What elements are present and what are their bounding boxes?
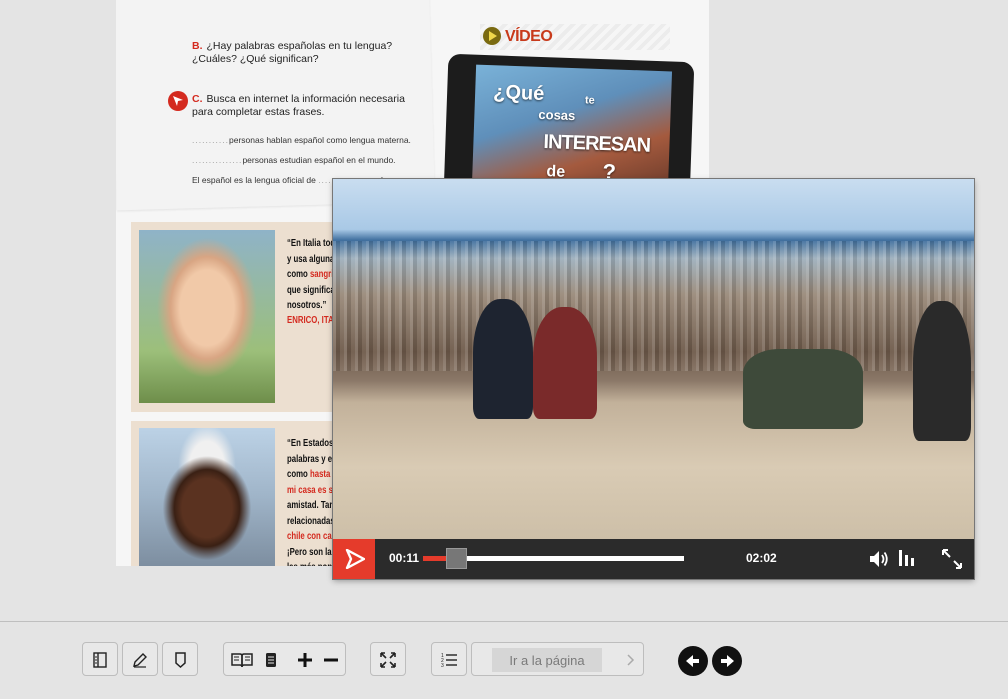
svg-text:3: 3 (441, 663, 444, 669)
cursor-icon (168, 91, 188, 111)
sidebar-button[interactable] (82, 642, 118, 676)
single-page-icon[interactable] (264, 651, 278, 669)
fill-sentence-2: ...............personas estudian español… (192, 155, 396, 165)
person-silhouette (473, 299, 533, 419)
fill-sentence-3-text: El español es la lengua oficial de (192, 175, 316, 185)
sidebar-icon (93, 652, 107, 668)
play-button[interactable] (333, 539, 375, 579)
exercise-b-text: ¿Hay palabras españolas en tu lengua? ¿C… (192, 40, 393, 65)
seek-bar[interactable] (423, 548, 684, 569)
person-silhouette (913, 301, 971, 441)
book-viewer: B. ¿Hay palabras españolas en tu lengua? … (0, 0, 1008, 622)
person-silhouette (743, 349, 863, 429)
previous-page-button[interactable] (678, 646, 708, 676)
fit-screen-button[interactable] (370, 642, 406, 676)
fill-sentence-2-text: personas estudian español en el mundo. (242, 155, 396, 165)
video-frame[interactable] (333, 179, 974, 539)
player-controls: 00:11 02:02 (333, 539, 974, 579)
fill-sentence-1: ...........personas hablan español como … (192, 135, 411, 145)
toc-icon: 123 (441, 653, 457, 669)
exercise-c: C. Busca en internet la información neces… (192, 93, 422, 119)
play-circle-icon (483, 27, 501, 45)
fit-screen-icon (380, 652, 396, 668)
photo-enrico (139, 230, 275, 403)
bookmark-button[interactable] (162, 642, 198, 676)
duration: 02:02 (746, 551, 777, 565)
video-player[interactable]: 00:11 02:02 (333, 179, 974, 579)
exercise-c-text: Busca en internet la información necesar… (192, 93, 405, 118)
quality-bars-icon[interactable] (896, 547, 920, 571)
annotate-button[interactable] (122, 642, 158, 676)
two-page-icon[interactable] (230, 651, 254, 669)
exercise-b: B. ¿Hay palabras españolas en tu lengua? … (192, 40, 422, 66)
pencil-icon (133, 653, 147, 668)
go-to-page-input[interactable] (492, 648, 602, 672)
go-icon[interactable] (626, 653, 636, 667)
zoom-out-icon[interactable] (322, 651, 340, 669)
fullscreen-icon[interactable] (940, 547, 964, 571)
city-skyline (333, 241, 974, 371)
bottom-toolbar: 123 (0, 622, 1008, 699)
play-icon (345, 549, 365, 569)
video-section-tag: VÍDEO (480, 24, 670, 50)
next-icon (721, 655, 734, 667)
exercise-c-letter: C. (192, 93, 203, 105)
table-of-contents-button[interactable]: 123 (431, 642, 467, 676)
volume-icon[interactable] (867, 547, 891, 571)
person-silhouette (533, 307, 597, 419)
quote-1-signature: ENRICO, ITA (287, 315, 334, 326)
previous-icon (686, 655, 699, 667)
fill-sentence-1-text: personas hablan español como lengua mate… (228, 135, 411, 145)
tablet-video-thumbnail[interactable]: ¿Qué te cosas INTERESAN de ? (471, 64, 673, 192)
bookmark-icon (175, 652, 186, 669)
photo-woman (139, 428, 275, 566)
video-label: VÍDEO (505, 28, 553, 45)
zoom-in-icon[interactable] (296, 651, 314, 669)
view-controls-group (223, 642, 346, 676)
next-page-button[interactable] (712, 646, 742, 676)
current-time: 00:11 (389, 551, 420, 565)
exercise-b-letter: B. (192, 40, 203, 52)
seek-handle[interactable] (446, 548, 467, 569)
seek-progress (423, 556, 446, 561)
